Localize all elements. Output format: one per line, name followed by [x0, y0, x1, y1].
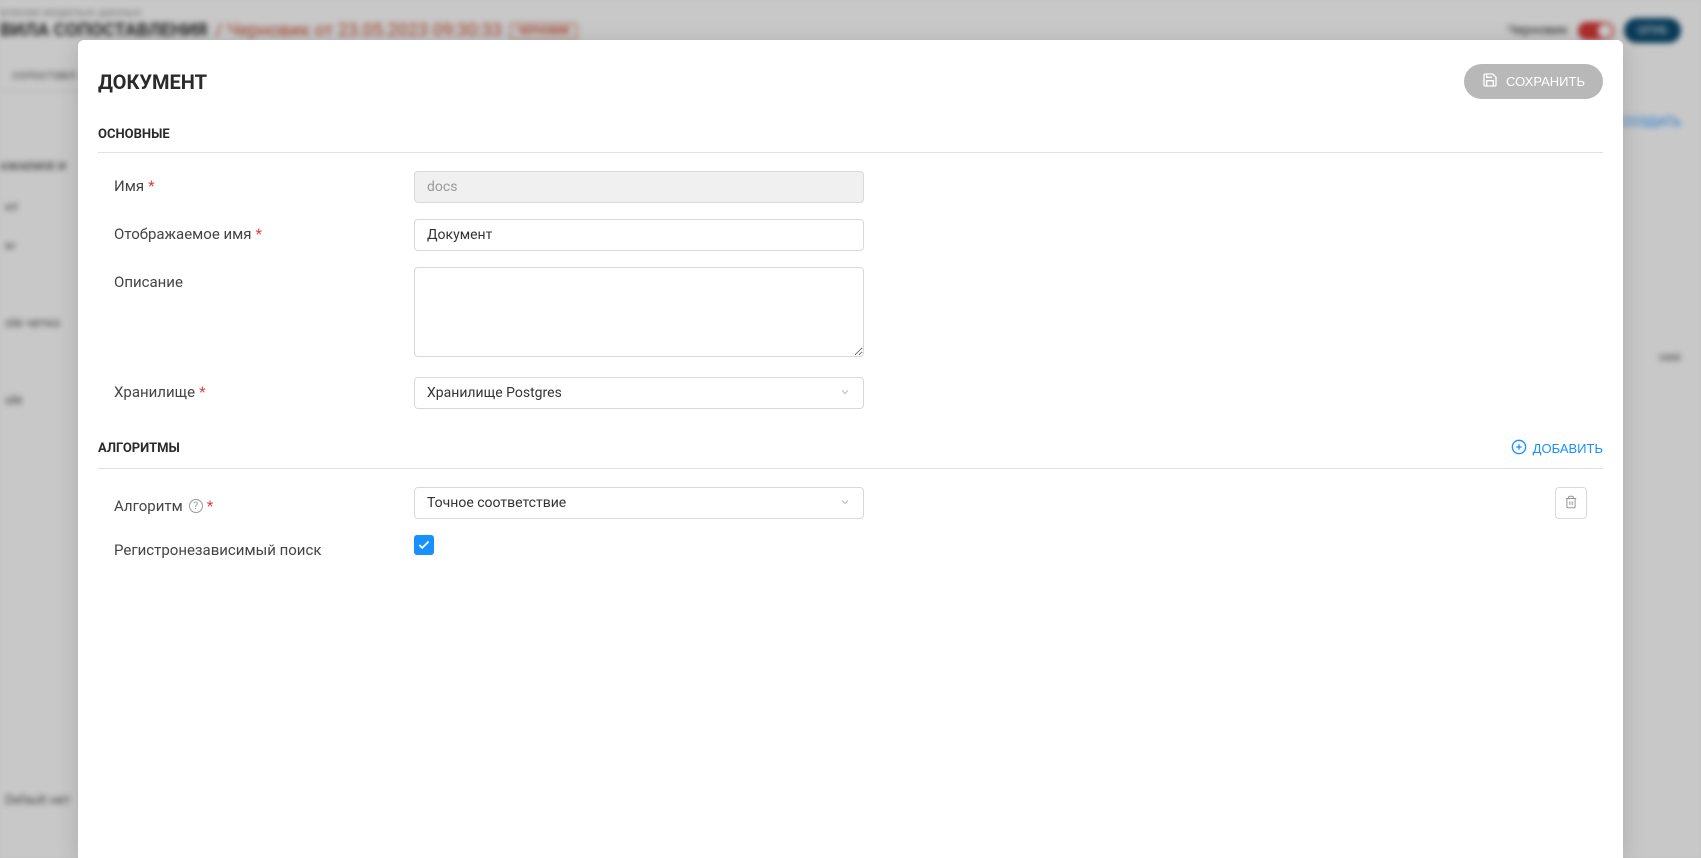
label-algorithm: Алгоритм? *	[114, 491, 414, 515]
plus-circle-icon	[1511, 439, 1527, 458]
document-modal: ДОКУМЕНТ СОХРАНИТЬ ОСНОВНЫЕ Имя *	[78, 40, 1623, 858]
save-button-label: СОХРАНИТЬ	[1506, 74, 1585, 89]
storage-select-value: Хранилище Postgres	[427, 385, 562, 401]
delete-algorithm-button[interactable]	[1555, 487, 1587, 519]
algorithm-select[interactable]: Точное соответствие	[414, 487, 864, 519]
label-description: Описание	[114, 267, 414, 291]
save-button[interactable]: СОХРАНИТЬ	[1464, 64, 1603, 99]
chevron-down-icon	[839, 386, 851, 401]
required-indicator: *	[207, 497, 213, 515]
row-storage: Хранилище * Хранилище Postgres	[98, 377, 1603, 409]
help-icon[interactable]: ?	[189, 499, 203, 513]
algorithm-select-value: Точное соответствие	[427, 495, 566, 511]
storage-select[interactable]: Хранилище Postgres	[414, 377, 864, 409]
row-case-insensitive: Регистронезависимый поиск	[98, 535, 1603, 559]
label-case-insensitive: Регистронезависимый поиск	[114, 535, 414, 559]
display-name-input[interactable]	[414, 219, 864, 251]
trash-icon	[1564, 495, 1578, 512]
chevron-down-icon	[839, 496, 851, 511]
label-display-name: Отображаемое имя *	[114, 219, 414, 243]
modal-header: ДОКУМЕНТ СОХРАНИТЬ	[98, 64, 1603, 99]
required-indicator: *	[256, 225, 262, 243]
section-main: ОСНОВНЫЕ Имя * Отображаемое имя *	[98, 127, 1603, 409]
section-algorithms-title: АЛГОРИТМЫ	[98, 441, 180, 456]
add-algorithm-button[interactable]: ДОБАВИТЬ	[1511, 439, 1603, 458]
check-icon	[417, 538, 431, 552]
modal-title: ДОКУМЕНТ	[98, 70, 207, 94]
section-algorithms: АЛГОРИТМЫ ДОБАВИТЬ Алгоритм? *	[98, 439, 1603, 559]
row-display-name: Отображаемое имя *	[98, 219, 1603, 251]
case-insensitive-checkbox[interactable]	[414, 535, 434, 555]
label-storage: Хранилище *	[114, 377, 414, 401]
required-indicator: *	[148, 177, 154, 195]
name-input	[414, 171, 864, 203]
row-name: Имя *	[98, 171, 1603, 203]
required-indicator: *	[199, 383, 205, 401]
row-description: Описание	[98, 267, 1603, 361]
save-icon	[1482, 72, 1498, 91]
section-main-title: ОСНОВНЫЕ	[98, 127, 170, 142]
add-button-label: ДОБАВИТЬ	[1533, 441, 1603, 456]
row-algorithm: Алгоритм? * Точное соответствие	[98, 487, 1603, 519]
label-name: Имя *	[114, 171, 414, 195]
description-textarea[interactable]	[414, 267, 864, 357]
